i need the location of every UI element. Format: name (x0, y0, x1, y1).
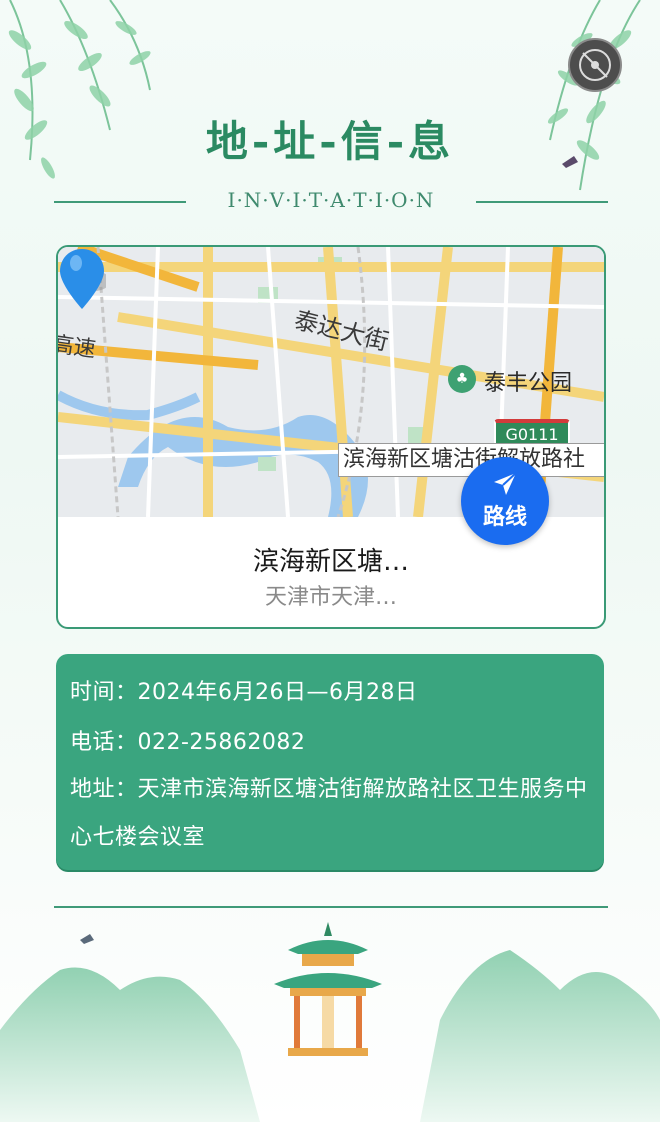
divider-left (54, 201, 186, 203)
page: 地-址-信-息 I·N·V·I·T·A·T·I·O·N 泰达大街 高速 ♣ 泰丰… (0, 0, 660, 1122)
page-subtitle: I·N·V·I·T·A·T·I·O·N (227, 188, 435, 212)
page-title: 地-址-信-息 (205, 117, 455, 166)
place-address: 天津市天津… (264, 585, 397, 610)
map-card[interactable]: 泰达大街 高速 ♣ 泰丰公园 G0111 滨海新区塘沽街解放路社 路线 滨海新区… (56, 245, 606, 629)
divider-right (476, 201, 608, 203)
music-toggle-button[interactable] (568, 38, 622, 92)
music-disc-icon (579, 49, 611, 81)
road-label: 高速 (56, 332, 98, 363)
contact-phone[interactable]: 电话：022-25862082 (70, 724, 305, 756)
willow-decoration-left (8, 0, 151, 179)
bottom-divider (54, 906, 608, 908)
subtitle-row: I·N·V·I·T·A·T·I·O·N (54, 188, 608, 216)
event-time: 时间：2024年6月26日—6月28日 (70, 680, 418, 705)
navigation-arrow-icon (494, 472, 517, 495)
willow-decoration-right (547, 0, 641, 191)
mountain-pavilion-decoration (0, 922, 660, 1122)
route-button[interactable]: 路线 (461, 457, 549, 545)
event-address: 地址：天津市滨海新区塘沽街解放路社区卫生服务中心七楼会议室 (70, 777, 588, 850)
location-pin-icon (60, 249, 106, 309)
route-button-label: 路线 (482, 505, 527, 530)
park-icon: ♣ (448, 365, 476, 393)
info-card: 时间：2024年6月26日—6月28日 电话：022-25862082 地址：天… (56, 654, 604, 870)
place-name: 滨海新区塘… (252, 547, 409, 577)
park-label: 泰丰公园 (484, 371, 573, 396)
